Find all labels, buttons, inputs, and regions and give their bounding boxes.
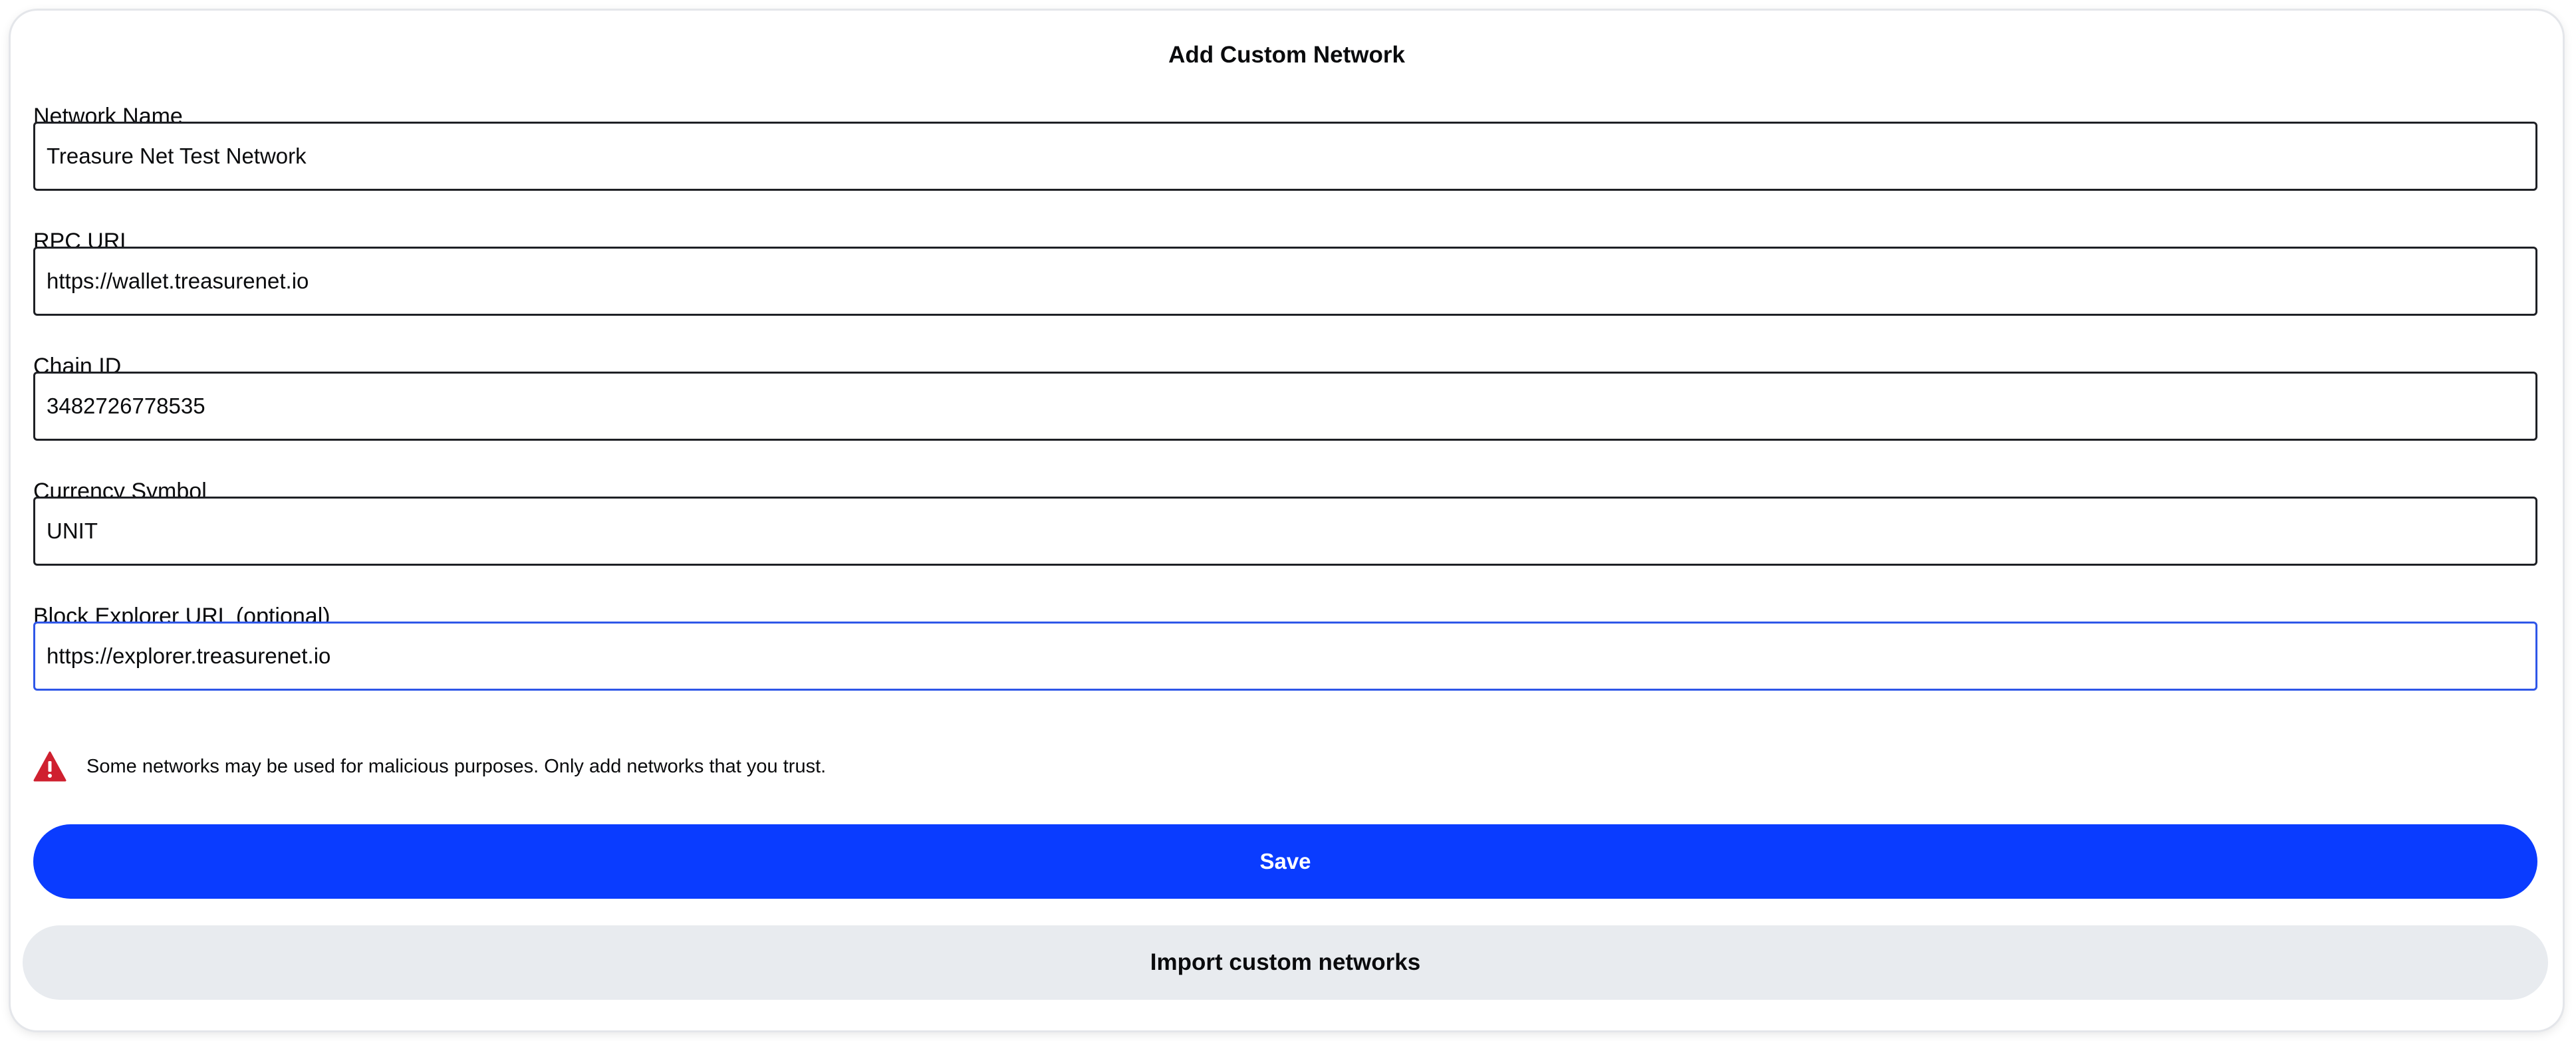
block-explorer-url-input[interactable] (33, 622, 2537, 691)
network-name-input[interactable] (33, 122, 2537, 191)
rpc-url-input[interactable] (33, 247, 2537, 316)
add-custom-network-dialog: Add Custom Network Network Name RPC URL … (11, 11, 2563, 1030)
dialog-title: Add Custom Network (1168, 42, 1405, 68)
warning-triangle-icon (33, 751, 66, 782)
save-button[interactable]: Save (33, 824, 2537, 899)
currency-symbol-input[interactable] (33, 497, 2537, 566)
warning-text: Some networks may be used for malicious … (86, 755, 827, 777)
chain-id-input[interactable] (33, 372, 2537, 441)
import-custom-networks-button[interactable]: Import custom networks (23, 925, 2548, 1000)
malicious-network-warning: Some networks may be used for malicious … (33, 750, 826, 783)
